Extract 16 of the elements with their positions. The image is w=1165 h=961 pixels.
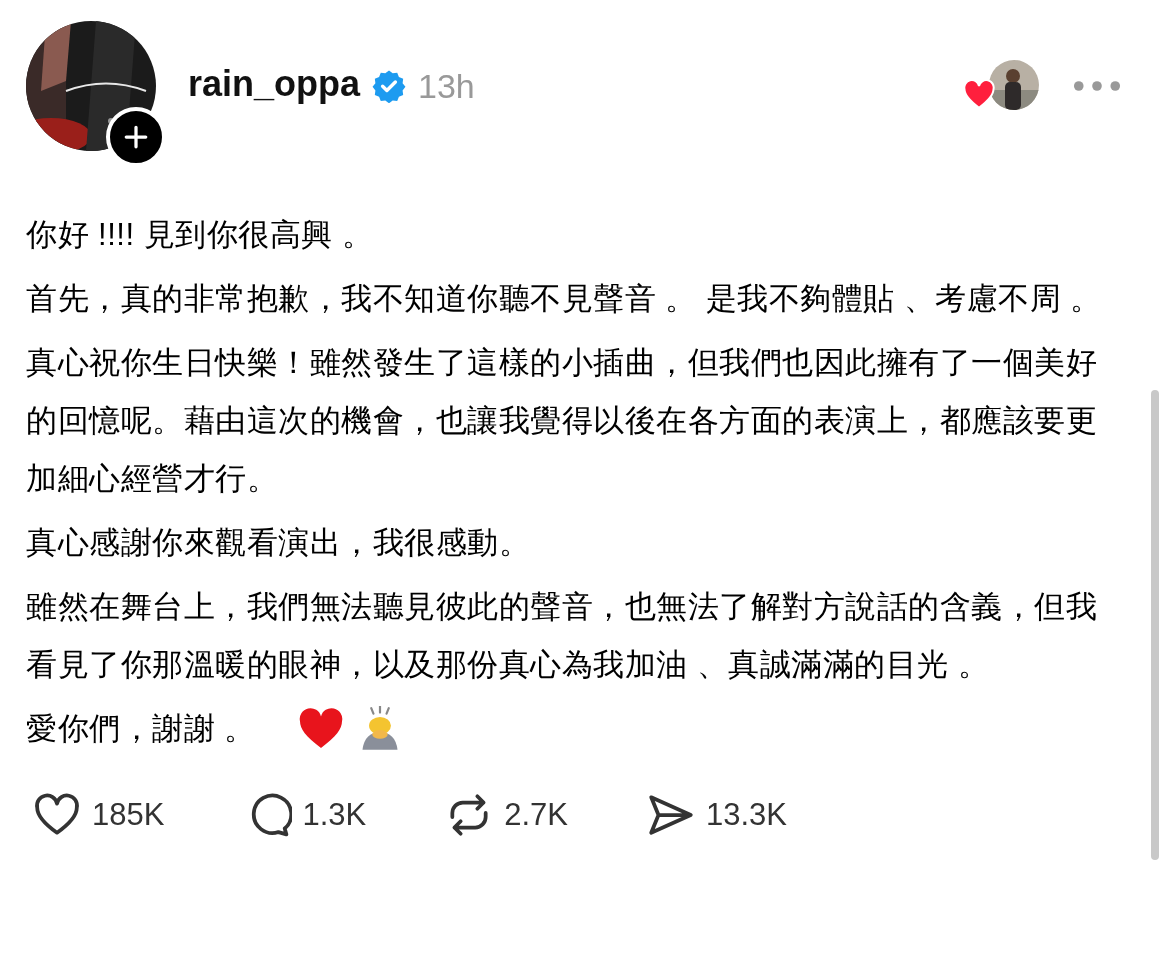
post-paragraph: 真心感謝你來觀看演出，我很感動。: [26, 524, 530, 562]
post-paragraph: 首先，真的非常抱歉，我不知道你聽不見聲音 。 是我不夠體貼 、考慮不周 。: [26, 280, 1102, 318]
username[interactable]: rain_oppa: [188, 63, 361, 105]
post-time: 13h: [418, 66, 475, 106]
repost-button[interactable]: 2.7K: [444, 790, 568, 840]
post-paragraph: 愛你們，謝謝 。: [26, 710, 256, 748]
share-button[interactable]: 13.3K: [645, 790, 787, 840]
heart-icon: [963, 80, 995, 109]
like-button[interactable]: 185K: [32, 790, 165, 840]
post-paragraph: 你好 !!!! 見到你很高興 。: [26, 216, 374, 254]
comment-button[interactable]: 1.3K: [242, 790, 367, 840]
heart-icon: [297, 708, 344, 750]
post-paragraph: 雖然在舞台上，我們無法聽見彼此的聲音，也無法了解對方說話的含義，但我看見了你那溫暖的眼神，以及那份真心為我加油 、真誠滿滿的目光 。: [26, 588, 1098, 684]
post-paragraph: 真心祝你生日快樂！雖然發生了這樣的小插曲，但我們也因此擁有了一個美好的回憶呢。藉由這次的機會，也讓我覺得以後在各方面的表演上，都應該要更加細心經營才行。: [26, 344, 1098, 498]
plus-icon: [123, 124, 149, 150]
scrollbar[interactable]: [1151, 390, 1159, 860]
